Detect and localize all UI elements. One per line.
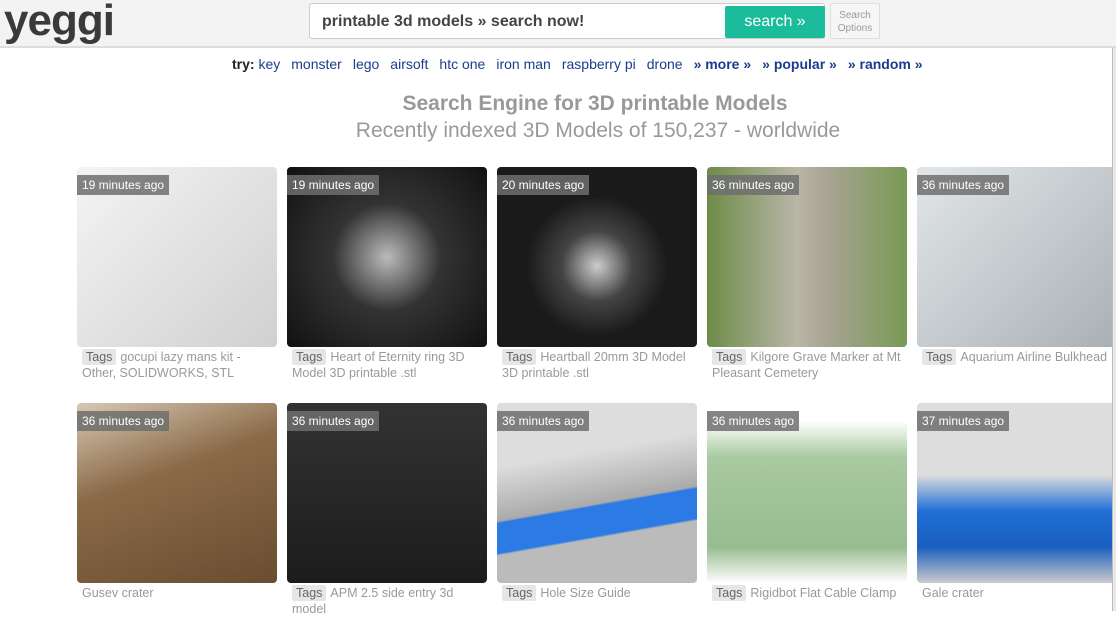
search-input[interactable]: [320, 12, 724, 32]
time-badge: 36 minutes ago: [77, 411, 170, 431]
time-badge: 36 minutes ago: [707, 175, 800, 195]
tags-label[interactable]: Tags: [922, 349, 957, 365]
model-title[interactable]: Gale crater: [922, 586, 984, 600]
model-thumbnail[interactable]: 36 minutes ago: [707, 403, 907, 583]
try-link[interactable]: airsoft: [390, 56, 428, 72]
time-badge: 20 minutes ago: [497, 175, 590, 195]
model-title[interactable]: Aquarium Airline Bulkhead: [960, 350, 1107, 364]
page-subtitle: Recently indexed 3D Models of 150,237 - …: [355, 119, 841, 142]
model-thumbnail[interactable]: 36 minutes ago: [287, 403, 487, 583]
model-card[interactable]: 36 minutes ago Tags Kilgore Grave Marker …: [707, 167, 907, 383]
time-badge: 36 minutes ago: [707, 411, 800, 431]
search-button[interactable]: search »: [725, 6, 825, 38]
tags-label[interactable]: Tags: [82, 349, 117, 365]
model-card[interactable]: 36 minutes ago Tags Aquarium Airline Bulk…: [917, 167, 1116, 367]
try-link[interactable]: monster: [291, 56, 342, 72]
try-link[interactable]: key: [258, 56, 280, 72]
options-label: Options: [837, 23, 873, 34]
tags-label[interactable]: Tags: [712, 349, 747, 365]
tags-label[interactable]: Tags: [712, 585, 747, 601]
model-thumbnail[interactable]: 37 minutes ago: [917, 403, 1116, 583]
header: yeggi search » Search Options: [0, 0, 1116, 48]
model-thumbnail[interactable]: 36 minutes ago: [917, 167, 1116, 347]
model-caption[interactable]: Tags Kilgore Grave Marker at Mt Pleasant …: [707, 347, 907, 383]
model-thumbnail[interactable]: 36 minutes ago: [707, 167, 907, 347]
try-special-link[interactable]: » popular »: [762, 56, 837, 72]
model-card[interactable]: 19 minutes ago Tags gocupi lazy mans kit …: [77, 167, 277, 383]
try-link[interactable]: htc one: [439, 56, 485, 72]
model-card[interactable]: 36 minutes ago Tags Rigidbot Flat Cable C…: [707, 403, 907, 603]
model-title[interactable]: Hole Size Guide: [540, 586, 630, 600]
tags-label[interactable]: Tags: [502, 585, 537, 601]
model-caption[interactable]: Tags APM 2.5 side entry 3d model: [287, 583, 487, 619]
try-link[interactable]: raspberry pi: [562, 56, 636, 72]
try-label: try:: [232, 56, 255, 72]
model-caption[interactable]: Gale crater: [917, 583, 1116, 603]
tags-label[interactable]: Tags: [292, 585, 327, 601]
time-badge: 19 minutes ago: [77, 175, 170, 195]
model-title[interactable]: Gusev crater: [82, 586, 154, 600]
time-badge: 37 minutes ago: [917, 411, 1010, 431]
model-card[interactable]: 19 minutes ago Tags Heart of Eternity rin…: [287, 167, 487, 383]
model-caption[interactable]: Tags Heartball 20mm 3D Model 3D printable…: [497, 347, 697, 383]
logo[interactable]: yeggi: [4, 0, 115, 46]
model-caption[interactable]: Tags Heart of Eternity ring 3D Model 3D p…: [287, 347, 487, 383]
try-link[interactable]: iron man: [496, 56, 550, 72]
try-special-link[interactable]: » random »: [848, 56, 923, 72]
model-thumbnail[interactable]: 19 minutes ago: [77, 167, 277, 347]
try-link[interactable]: lego: [353, 56, 379, 72]
model-caption[interactable]: Tags Rigidbot Flat Cable Clamp: [707, 583, 907, 603]
model-thumbnail[interactable]: 36 minutes ago: [77, 403, 277, 583]
model-thumbnail[interactable]: 36 minutes ago: [497, 403, 697, 583]
model-caption[interactable]: Tags gocupi lazy mans kit - Other, SOLIDW…: [77, 347, 277, 383]
search-options-button[interactable]: Search Options: [830, 3, 880, 39]
model-card[interactable]: 36 minutes ago Tags Hole Size Guide: [497, 403, 697, 603]
model-caption[interactable]: Tags Aquarium Airline Bulkhead: [917, 347, 1116, 367]
page-title: Search Engine for 3D printable Models: [402, 92, 788, 115]
time-badge: 19 minutes ago: [287, 175, 380, 195]
model-card[interactable]: 20 minutes ago Tags Heartball 20mm 3D Mod…: [497, 167, 697, 383]
time-badge: 36 minutes ago: [917, 175, 1010, 195]
model-card[interactable]: 37 minutes ago Gale crater: [917, 403, 1116, 603]
try-special-link[interactable]: » more »: [694, 56, 752, 72]
options-label: Search: [839, 10, 871, 21]
model-thumbnail[interactable]: 19 minutes ago: [287, 167, 487, 347]
scrollbar[interactable]: [1112, 48, 1116, 611]
model-caption[interactable]: Gusev crater: [77, 583, 277, 603]
try-link[interactable]: drone: [647, 56, 683, 72]
tags-label[interactable]: Tags: [502, 349, 537, 365]
tags-label[interactable]: Tags: [292, 349, 327, 365]
time-badge: 36 minutes ago: [287, 411, 380, 431]
model-card[interactable]: 36 minutes ago Tags APM 2.5 side entry 3d…: [287, 403, 487, 619]
time-badge: 36 minutes ago: [497, 411, 590, 431]
model-caption[interactable]: Tags Hole Size Guide: [497, 583, 697, 603]
try-links: try: key monster lego airsoft htc one iron ma…: [232, 56, 934, 72]
model-title[interactable]: Rigidbot Flat Cable Clamp: [750, 586, 896, 600]
model-card[interactable]: 36 minutes ago Gusev crater: [77, 403, 277, 603]
model-thumbnail[interactable]: 20 minutes ago: [497, 167, 697, 347]
